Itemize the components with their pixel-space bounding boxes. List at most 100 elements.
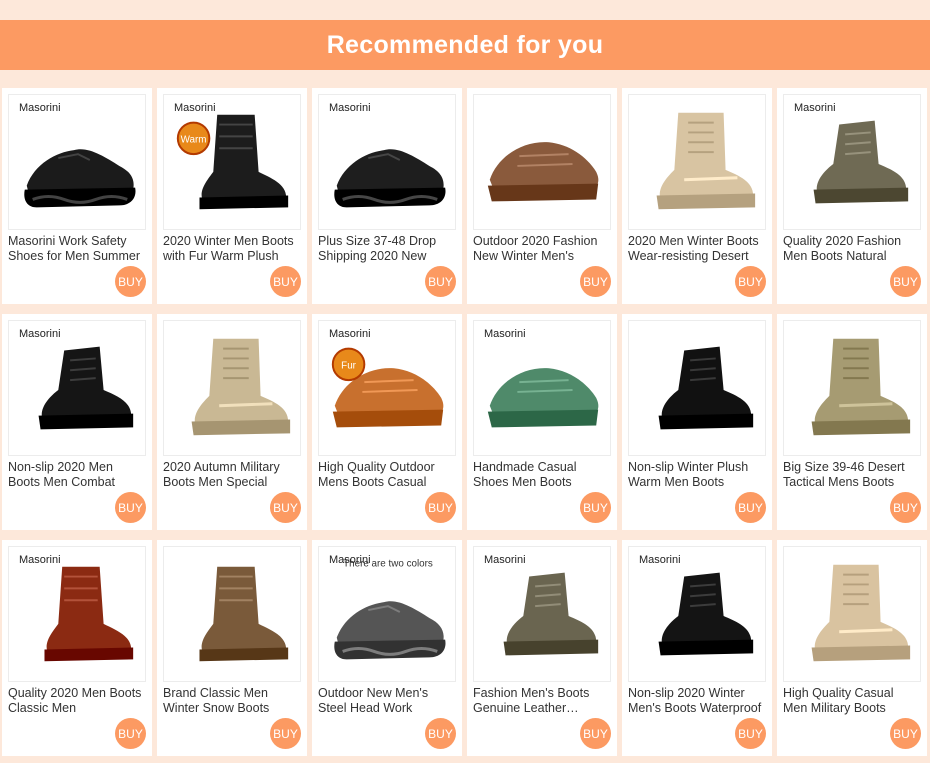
badge-text: Warm	[181, 134, 207, 145]
buy-button[interactable]: BUY	[425, 718, 456, 749]
product-title[interactable]: High Quality Casual Men Military Boots	[783, 686, 917, 716]
product-card[interactable]: There are two colors Masorini Outdoor New…	[312, 540, 462, 756]
brand-label: Masorini	[329, 102, 371, 114]
boot-icon: Fur	[319, 321, 455, 455]
product-title[interactable]: 2020 Winter Men Boots with Fur Warm Plus…	[163, 234, 297, 264]
product-card[interactable]: Masorini Handmade Casual Shoes Men Boots B…	[467, 314, 617, 530]
brand-label: Masorini	[484, 328, 526, 340]
boot-icon	[9, 95, 145, 229]
banner-title: Recommended for you	[326, 30, 604, 59]
product-image[interactable]: Warm Masorini	[163, 94, 301, 230]
product-image[interactable]	[628, 320, 766, 456]
product-title[interactable]: Outdoor New Men's Steel Head Work	[318, 686, 452, 716]
product-card[interactable]: Masorini Non-slip 2020 Men Boots Men Comb…	[2, 314, 152, 530]
brand-label: Masorini	[329, 554, 371, 566]
product-card[interactable]: Masorini Quality 2020 Fashion Men Boots N…	[777, 88, 927, 304]
product-title[interactable]: Non-slip 2020 Men Boots Men Combat	[8, 460, 142, 490]
buy-button[interactable]: BUY	[115, 492, 146, 523]
boot-icon	[9, 321, 145, 455]
product-image[interactable]: Fur Masorini	[318, 320, 456, 456]
buy-button[interactable]: BUY	[580, 492, 611, 523]
product-card[interactable]: Masorini Fashion Men's Boots Genuine Leat…	[467, 540, 617, 756]
product-title[interactable]: Brand Classic Men Winter Snow Boots	[163, 686, 297, 716]
recommended-banner: Recommended for you	[0, 20, 930, 70]
product-image[interactable]	[473, 94, 611, 230]
boot-icon	[474, 547, 610, 681]
boot-icon	[9, 547, 145, 681]
buy-button[interactable]: BUY	[735, 492, 766, 523]
product-title[interactable]: Plus Size 37-48 Drop Shipping 2020 New	[318, 234, 452, 264]
product-grid: Masorini Masorini Work Safety Shoes for M…	[2, 88, 928, 756]
boot-icon	[784, 321, 920, 455]
product-image[interactable]	[783, 320, 921, 456]
product-image[interactable]	[163, 546, 301, 682]
product-card[interactable]: Masorini Masorini Work Safety Shoes for M…	[2, 88, 152, 304]
product-image[interactable]: Masorini	[473, 320, 611, 456]
product-image[interactable]: Masorini	[8, 546, 146, 682]
buy-button[interactable]: BUY	[890, 492, 921, 523]
buy-button[interactable]: BUY	[735, 266, 766, 297]
product-title[interactable]: High Quality Outdoor Mens Boots Casual	[318, 460, 452, 490]
product-image[interactable]: Masorini	[318, 94, 456, 230]
product-title[interactable]: Big Size 39-46 Desert Tactical Mens Boot…	[783, 460, 917, 490]
product-title[interactable]: Quality 2020 Men Boots Classic Men	[8, 686, 142, 716]
product-image[interactable]: Masorini	[8, 320, 146, 456]
product-title[interactable]: Handmade Casual Shoes Men Boots	[473, 460, 607, 490]
product-title[interactable]: Fashion Men's Boots Genuine Leather Casu…	[473, 686, 607, 716]
product-card[interactable]: Fur Masorini High Quality Outdoor Mens Bo…	[312, 314, 462, 530]
product-image[interactable]	[163, 320, 301, 456]
product-card[interactable]: Masorini Quality 2020 Men Boots Classic M…	[2, 540, 152, 756]
product-image[interactable]	[628, 94, 766, 230]
brand-label: Masorini	[794, 102, 836, 114]
buy-button[interactable]: BUY	[890, 718, 921, 749]
product-card[interactable]: Brand Classic Men Winter Snow Boots BUY	[157, 540, 307, 756]
boot-icon	[784, 547, 920, 681]
buy-button[interactable]: BUY	[270, 718, 301, 749]
buy-button[interactable]: BUY	[735, 718, 766, 749]
product-card[interactable]: Non-slip Winter Plush Warm Men Boots BUY	[622, 314, 772, 530]
buy-button[interactable]: BUY	[270, 492, 301, 523]
boot-icon	[629, 321, 765, 455]
top-strip	[0, 0, 930, 20]
product-card[interactable]: Outdoor 2020 Fashion New Winter Men's BUY	[467, 88, 617, 304]
brand-label: Masorini	[19, 554, 61, 566]
buy-button[interactable]: BUY	[580, 718, 611, 749]
boot-icon	[474, 95, 610, 229]
brand-label: Masorini	[639, 554, 681, 566]
buy-button[interactable]: BUY	[115, 266, 146, 297]
brand-label: Masorini	[484, 554, 526, 566]
product-image[interactable]: Masorini	[783, 94, 921, 230]
buy-button[interactable]: BUY	[890, 266, 921, 297]
product-title[interactable]: Masorini Work Safety Shoes for Men Summe…	[8, 234, 142, 264]
badge-text: Fur	[341, 360, 356, 371]
product-card[interactable]: 2020 Autumn Military Boots Men Special BU…	[157, 314, 307, 530]
product-title[interactable]: Outdoor 2020 Fashion New Winter Men's	[473, 234, 607, 264]
boot-icon: Warm	[164, 95, 300, 229]
boot-icon	[164, 321, 300, 455]
product-card[interactable]: 2020 Men Winter Boots Wear-resisting Des…	[622, 88, 772, 304]
product-card[interactable]: Warm Masorini 2020 Winter Men Boots with …	[157, 88, 307, 304]
buy-button[interactable]: BUY	[425, 266, 456, 297]
product-card[interactable]: Masorini Non-slip 2020 Winter Men's Boots…	[622, 540, 772, 756]
product-title[interactable]: Quality 2020 Fashion Men Boots Natural	[783, 234, 917, 264]
product-title[interactable]: Non-slip 2020 Winter Men's Boots Waterpr…	[628, 686, 762, 716]
product-card[interactable]: Big Size 39-46 Desert Tactical Mens Boot…	[777, 314, 927, 530]
product-title[interactable]: Non-slip Winter Plush Warm Men Boots	[628, 460, 762, 490]
product-title[interactable]: 2020 Autumn Military Boots Men Special	[163, 460, 297, 490]
product-image[interactable]	[783, 546, 921, 682]
buy-button[interactable]: BUY	[580, 266, 611, 297]
product-image[interactable]: Masorini	[8, 94, 146, 230]
product-image[interactable]: Masorini	[473, 546, 611, 682]
buy-button[interactable]: BUY	[425, 492, 456, 523]
boot-icon	[319, 95, 455, 229]
product-title[interactable]: 2020 Men Winter Boots Wear-resisting Des…	[628, 234, 762, 264]
product-image[interactable]: There are two colors Masorini	[318, 546, 456, 682]
boot-icon	[629, 95, 765, 229]
product-card[interactable]: High Quality Casual Men Military Boots BU…	[777, 540, 927, 756]
boot-icon: There are two colors	[319, 547, 455, 681]
product-card[interactable]: Masorini Plus Size 37-48 Drop Shipping 20…	[312, 88, 462, 304]
product-image[interactable]: Masorini	[628, 546, 766, 682]
buy-button[interactable]: BUY	[270, 266, 301, 297]
buy-button[interactable]: BUY	[115, 718, 146, 749]
brand-label: Masorini	[19, 102, 61, 114]
